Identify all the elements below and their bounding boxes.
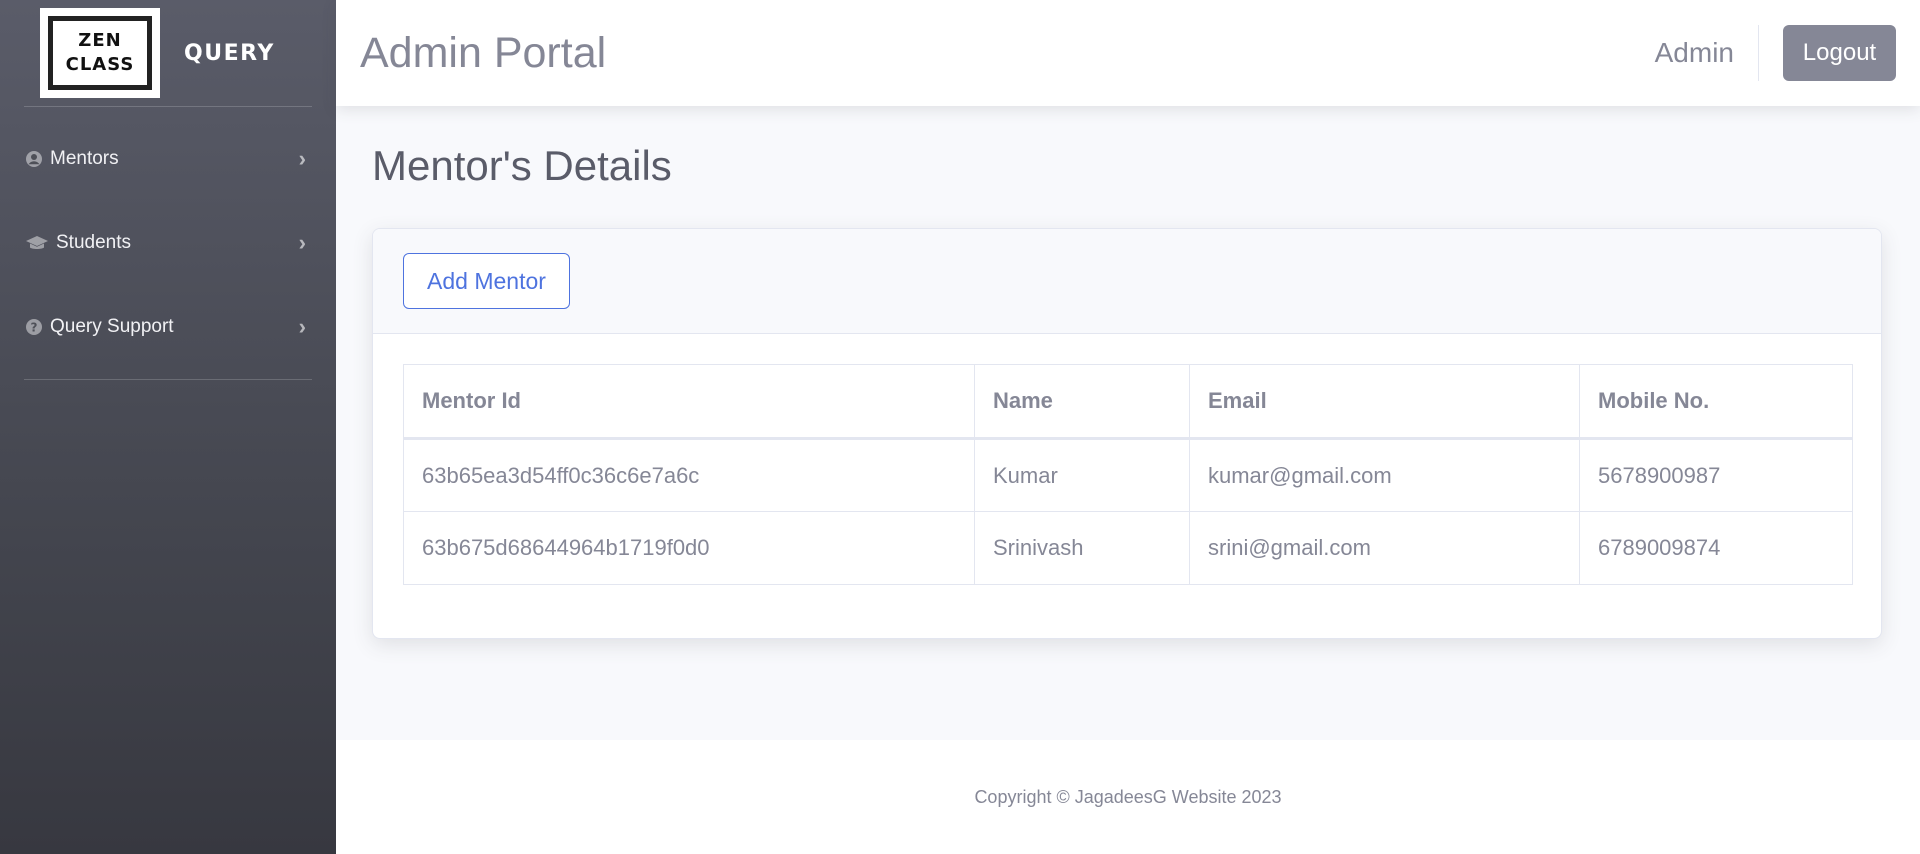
- main-content: Mentor's Details Add Mentor Mentor Id Na…: [336, 106, 1920, 740]
- mentors-card: Add Mentor Mentor Id Name Email Mobile N…: [372, 228, 1882, 639]
- user-name[interactable]: Admin: [1655, 37, 1734, 69]
- section-heading: Mentor's Details: [372, 142, 672, 189]
- copyright-text: Copyright © JagadeesG Website 2023: [974, 786, 1282, 807]
- svg-text:?: ?: [31, 321, 38, 335]
- logo-frame: ZEN CLASS: [48, 16, 152, 90]
- graduation-cap-icon: [24, 233, 50, 253]
- column-header-mobile: Mobile No.: [1579, 364, 1853, 440]
- add-mentor-button[interactable]: Add Mentor: [403, 253, 570, 309]
- sidebar-item-students[interactable]: Students ›: [0, 201, 336, 285]
- column-header-email: Email: [1189, 364, 1580, 440]
- cell-email: srini@gmail.com: [1189, 511, 1580, 585]
- cell-mentor-id: 63b675d68644964b1719f0d0: [403, 511, 975, 585]
- user-circle-icon: [24, 149, 44, 169]
- column-header-mentor-id: Mentor Id: [403, 364, 975, 440]
- sidebar: ZEN CLASS QUERY Mentors › Students › ? Q…: [0, 0, 336, 854]
- table-row[interactable]: 63b675d68644964b1719f0d0 Srinivash srini…: [403, 511, 1853, 585]
- table-header-row: Mentor Id Name Email Mobile No.: [403, 364, 1853, 440]
- sidebar-item-query-support[interactable]: ? Query Support ›: [0, 285, 336, 369]
- sidebar-item-label: Query Support: [50, 316, 174, 337]
- sidebar-item-label: Mentors: [50, 148, 119, 169]
- sidebar-item-label: Students: [56, 232, 131, 253]
- table-row[interactable]: 63b65ea3d54ff0c36c6e7a6c Kumar kumar@gma…: [403, 438, 1853, 512]
- cell-name: Kumar: [974, 438, 1190, 512]
- topbar: Admin Portal Admin Logout: [336, 0, 1920, 106]
- cell-mobile: 6789009874: [1579, 511, 1853, 585]
- question-circle-icon: ?: [24, 317, 44, 337]
- cell-mobile: 5678900987: [1579, 438, 1853, 512]
- chevron-right-icon: ›: [298, 146, 306, 171]
- cell-name: Srinivash: [974, 511, 1190, 585]
- mentors-table: Mentor Id Name Email Mobile No. 63b65ea3…: [403, 364, 1853, 585]
- footer: Copyright © JagadeesG Website 2023: [336, 740, 1920, 854]
- brand-title: QUERY: [184, 40, 275, 66]
- logo-line-2: CLASS: [65, 54, 135, 75]
- cell-email: kumar@gmail.com: [1189, 438, 1580, 512]
- zen-class-logo[interactable]: ZEN CLASS: [40, 8, 160, 98]
- sidebar-item-mentors[interactable]: Mentors ›: [0, 117, 336, 201]
- cell-mentor-id: 63b65ea3d54ff0c36c6e7a6c: [403, 438, 975, 512]
- chevron-right-icon: ›: [298, 314, 306, 339]
- page-title: Admin Portal: [360, 28, 607, 77]
- logout-button[interactable]: Logout: [1783, 25, 1896, 81]
- topbar-divider: [1758, 25, 1759, 81]
- column-header-name: Name: [974, 364, 1190, 440]
- card-header: Add Mentor: [373, 229, 1881, 334]
- sidebar-nav: Mentors › Students › ? Query Support ›: [0, 107, 336, 379]
- sidebar-brand[interactable]: ZEN CLASS QUERY: [0, 0, 336, 106]
- logo-line-1: ZEN: [78, 30, 122, 51]
- chevron-right-icon: ›: [298, 230, 306, 255]
- sidebar-divider-bottom: [24, 379, 312, 380]
